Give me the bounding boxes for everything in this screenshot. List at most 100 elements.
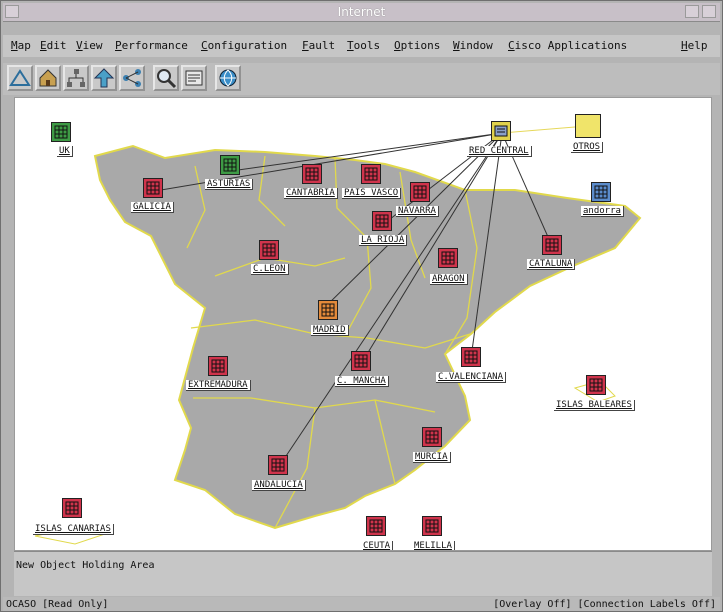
server-icon bbox=[494, 125, 508, 137]
node-label: ARAGON bbox=[430, 274, 468, 285]
node-islas-canarias[interactable] bbox=[62, 498, 82, 518]
home-button[interactable] bbox=[35, 65, 61, 91]
menu-cisco-applications[interactable]: Cisco Applications bbox=[508, 39, 627, 52]
menu-help[interactable]: Help bbox=[681, 39, 708, 52]
node-label: ISLAS CANARIAS bbox=[33, 524, 114, 535]
menu-configuration[interactable]: Configuration bbox=[201, 39, 287, 52]
node-cataluna[interactable] bbox=[542, 235, 562, 255]
up-arrow-button[interactable] bbox=[91, 65, 117, 91]
node-pais-vasco[interactable] bbox=[361, 164, 381, 184]
menu-options[interactable]: Options bbox=[394, 39, 440, 52]
router-icon bbox=[211, 359, 225, 373]
router-icon bbox=[271, 458, 285, 472]
status-bar: OCASO [Read Only] [Overlay Off] [Connect… bbox=[3, 597, 720, 611]
node-andorra[interactable] bbox=[591, 182, 611, 202]
node-label: MADRID bbox=[311, 325, 349, 336]
router-icon bbox=[441, 251, 455, 265]
node-murcia[interactable] bbox=[422, 427, 442, 447]
node-c-leon[interactable] bbox=[259, 240, 279, 260]
router-icon bbox=[545, 238, 559, 252]
tree-button[interactable] bbox=[63, 65, 89, 91]
status-right: [Overlay Off] [Connection Labels Off] bbox=[493, 599, 716, 610]
panel-icon bbox=[185, 70, 203, 86]
globe-icon bbox=[219, 69, 237, 87]
node-cantabria[interactable] bbox=[302, 164, 322, 184]
minimize-button[interactable] bbox=[685, 5, 699, 18]
node-asturias[interactable] bbox=[220, 155, 240, 175]
router-icon bbox=[305, 167, 319, 181]
node-la-rioja[interactable] bbox=[372, 211, 392, 231]
node-label: C. MANCHA bbox=[335, 376, 389, 387]
window-title: Internet bbox=[337, 5, 386, 19]
router-icon bbox=[354, 354, 368, 368]
node-uk[interactable] bbox=[51, 122, 71, 142]
menu-performance[interactable]: Performance bbox=[115, 39, 188, 52]
router-icon bbox=[413, 185, 427, 199]
node-label: PAIS VASCO bbox=[342, 188, 402, 199]
triangle-tool-button[interactable] bbox=[7, 65, 33, 91]
globe-button[interactable] bbox=[215, 65, 241, 91]
zoom-button[interactable] bbox=[153, 65, 179, 91]
node-aragon[interactable] bbox=[438, 248, 458, 268]
node-andalucia[interactable] bbox=[268, 455, 288, 475]
up-arrow-icon bbox=[93, 68, 115, 88]
node-label: CEUTA bbox=[361, 541, 394, 550]
triangle-tool-icon bbox=[9, 69, 31, 86]
node-label: UK bbox=[57, 146, 73, 157]
node-navarra[interactable] bbox=[410, 182, 430, 202]
router-icon bbox=[594, 185, 608, 199]
node-label: LA RIOJA bbox=[359, 235, 408, 246]
node-galicia[interactable] bbox=[143, 178, 163, 198]
node-label: CATALUNA bbox=[527, 259, 576, 270]
node-label: MELILLA bbox=[412, 541, 455, 550]
router-icon bbox=[589, 378, 603, 392]
router-icon bbox=[65, 501, 79, 515]
router-icon bbox=[262, 243, 276, 257]
node-islas-baleares[interactable] bbox=[586, 375, 606, 395]
node-label: EXTREMADURA bbox=[186, 380, 251, 391]
node-label: NAVARRA bbox=[396, 206, 439, 217]
node-label: andorra bbox=[581, 206, 624, 217]
new-object-holding-area[interactable]: New Object Holding Area bbox=[14, 551, 712, 596]
node-melilla[interactable] bbox=[422, 516, 442, 536]
network-button[interactable] bbox=[119, 65, 145, 91]
router-icon bbox=[425, 430, 439, 444]
node-c-mancha[interactable] bbox=[351, 351, 371, 371]
node-label: MURCIA bbox=[413, 452, 451, 463]
node-c-valenciana[interactable] bbox=[461, 347, 481, 367]
node-label: OTROS bbox=[571, 142, 604, 153]
router-icon bbox=[146, 181, 160, 195]
title-bar[interactable]: Internet bbox=[3, 3, 720, 22]
node-label: GALICIA bbox=[131, 202, 174, 213]
menu-tools[interactable]: Tools bbox=[347, 39, 380, 52]
menu-window[interactable]: Window bbox=[453, 39, 493, 52]
home-icon bbox=[39, 69, 57, 87]
menu-map[interactable]: Map bbox=[11, 39, 31, 52]
node-label: ANDALUCIA bbox=[252, 480, 306, 491]
menu-view[interactable]: View bbox=[76, 39, 103, 52]
node-label: RED CENTRAL bbox=[467, 146, 532, 157]
application-window: Internet Map Edit View Performance Confi… bbox=[0, 0, 723, 612]
zoom-icon bbox=[157, 69, 177, 89]
node-ceuta[interactable] bbox=[366, 516, 386, 536]
maximize-button[interactable] bbox=[702, 5, 716, 18]
node-extremadura[interactable] bbox=[208, 356, 228, 376]
tree-icon bbox=[67, 69, 85, 87]
node-otros[interactable] bbox=[575, 114, 601, 138]
router-icon bbox=[375, 214, 389, 228]
menu-edit[interactable]: Edit bbox=[40, 39, 67, 52]
node-label: CANTABRIA bbox=[284, 188, 338, 199]
panel-button[interactable] bbox=[181, 65, 207, 91]
node-label: ASTURIAS bbox=[205, 179, 254, 190]
network-map-canvas[interactable]: UK ASTURIAS GALICIA CANTABRIA PAIS VASCO… bbox=[14, 97, 712, 551]
node-label: C.VALENCIANA bbox=[436, 372, 507, 383]
network-icon bbox=[123, 69, 141, 87]
router-icon bbox=[54, 125, 68, 139]
node-label: ISLAS BALEARES bbox=[554, 400, 635, 411]
status-left: OCASO [Read Only] bbox=[6, 599, 109, 610]
menu-fault[interactable]: Fault bbox=[302, 39, 335, 52]
node-red-central[interactable] bbox=[491, 121, 511, 141]
toolbar bbox=[3, 63, 720, 95]
router-icon bbox=[321, 303, 335, 317]
node-madrid[interactable] bbox=[318, 300, 338, 320]
